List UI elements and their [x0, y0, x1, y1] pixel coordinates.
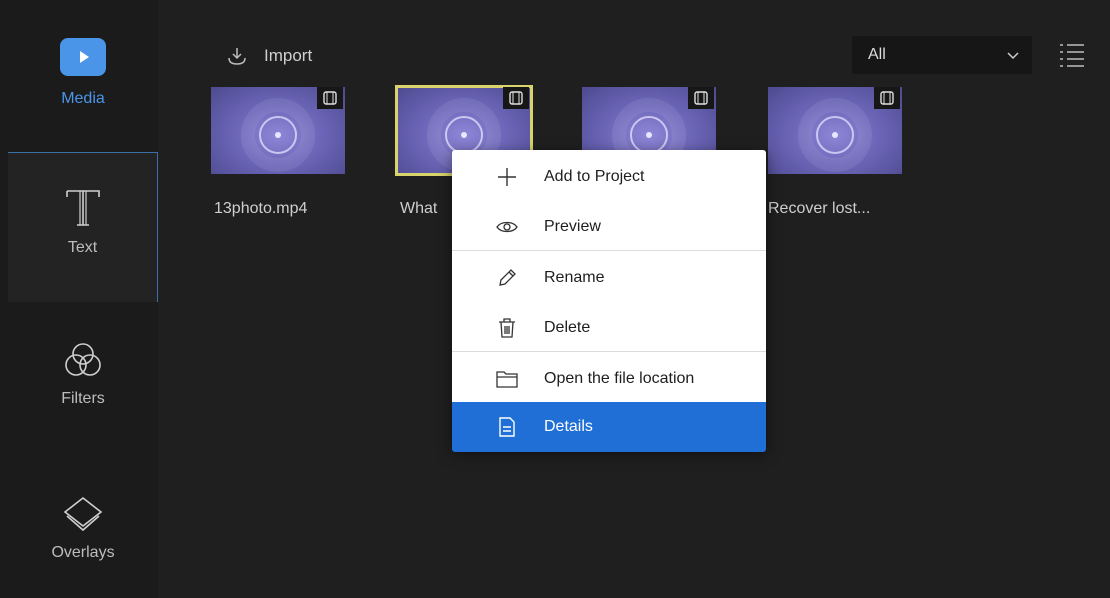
sidebar-item-label: Filters — [61, 390, 105, 407]
media-thumbnail[interactable] — [211, 87, 345, 174]
play-icon — [60, 38, 106, 76]
menu-item-details[interactable]: Details — [452, 402, 766, 452]
filters-icon — [65, 343, 101, 376]
menu-item-add-to-project[interactable]: Add to Project — [452, 152, 766, 202]
sidebar-item-text[interactable]: Text — [8, 152, 158, 302]
import-label: Import — [264, 46, 313, 65]
menu-separator — [452, 351, 766, 352]
sidebar-item-label: Media — [61, 90, 105, 107]
sidebar-item-media[interactable]: Media — [0, 38, 166, 152]
menu-separator — [452, 250, 766, 251]
sidebar-item-label: Text — [67, 239, 98, 256]
video-icon — [688, 87, 714, 109]
chevron-down-icon — [1007, 52, 1019, 60]
menu-item-open-file-location[interactable]: Open the file location — [452, 354, 766, 404]
list-icon — [1060, 44, 1084, 67]
video-icon — [503, 87, 529, 109]
text-icon — [65, 190, 100, 226]
media-thumbnail[interactable] — [768, 87, 902, 174]
context-menu: Add to Project Preview Rename Delete Ope… — [452, 150, 766, 452]
pencil-icon — [490, 268, 524, 288]
media-filter-value: All — [868, 46, 886, 63]
import-button[interactable]: Import — [226, 46, 312, 66]
menu-item-label: Preview — [544, 218, 601, 235]
media-name: Recover lost... — [768, 200, 871, 217]
menu-item-delete[interactable]: Delete — [452, 303, 766, 353]
sidebar-item-overlays[interactable]: Overlays — [8, 494, 158, 594]
overlays-icon — [63, 496, 103, 532]
video-icon — [317, 87, 343, 109]
trash-icon — [490, 317, 524, 339]
video-icon — [874, 87, 900, 109]
menu-item-label: Rename — [544, 269, 605, 286]
menu-item-label: Add to Project — [544, 168, 645, 185]
media-filter-select[interactable]: All — [852, 36, 1032, 74]
menu-item-preview[interactable]: Preview — [452, 202, 766, 252]
menu-item-label: Delete — [544, 319, 591, 336]
eye-icon — [490, 220, 524, 234]
plus-icon — [490, 167, 524, 187]
menu-item-label: Details — [544, 418, 593, 435]
sidebar: Media Text Filters Overlays — [0, 0, 158, 598]
sidebar-item-filters[interactable]: Filters — [8, 340, 158, 440]
menu-item-rename[interactable]: Rename — [452, 253, 766, 303]
document-icon — [490, 416, 524, 438]
sidebar-item-label: Overlays — [51, 544, 115, 561]
menu-item-label: Open the file location — [544, 370, 695, 387]
media-name: What — [400, 200, 438, 217]
import-icon — [228, 48, 246, 65]
media-name: 13photo.mp4 — [214, 200, 308, 217]
folder-icon — [490, 369, 524, 389]
list-view-button[interactable] — [1056, 40, 1088, 70]
